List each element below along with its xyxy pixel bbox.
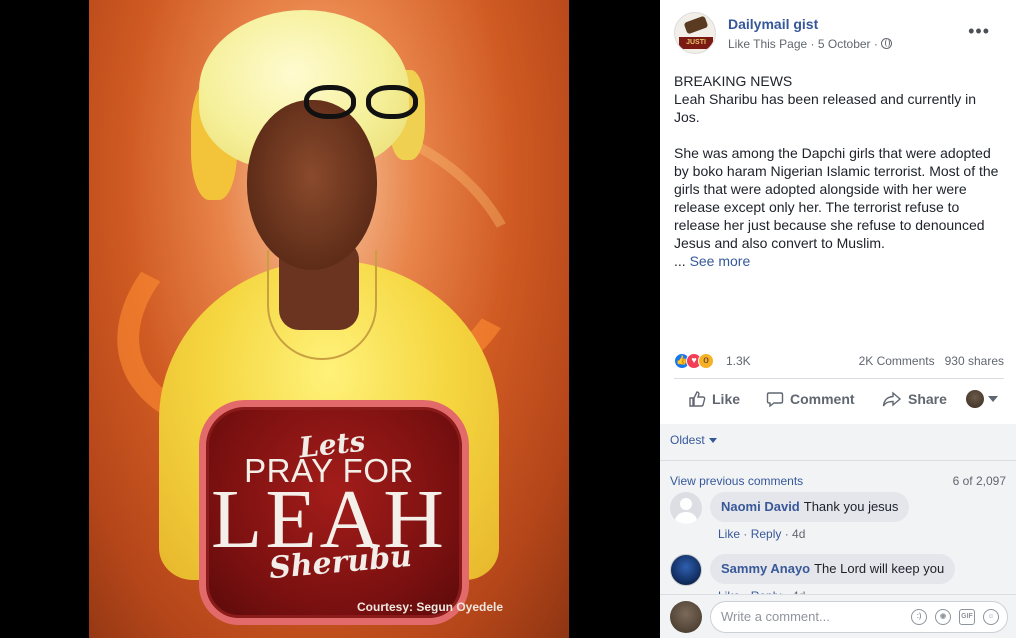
commenter-avatar[interactable] bbox=[670, 492, 702, 524]
comment-composer: :) ◉ GIF ☺ bbox=[660, 594, 1016, 638]
viewer-avatar bbox=[966, 390, 984, 408]
post-actions: Like Comment Share bbox=[674, 386, 1004, 414]
comment-author-link[interactable]: Naomi David bbox=[721, 499, 800, 514]
glasses bbox=[304, 85, 424, 125]
viewer-backdrop-right bbox=[569, 0, 660, 638]
post-header: JUSTI Dailymail gist Like This Page · 5 … bbox=[674, 12, 1004, 58]
camera-icon[interactable]: ◉ bbox=[935, 609, 951, 625]
post-headline: BREAKING NEWS bbox=[674, 73, 793, 89]
post-date[interactable]: 5 October bbox=[818, 37, 871, 51]
post-paragraph: She was among the Dapchi girls that were… bbox=[674, 144, 1004, 270]
like-button[interactable]: Like bbox=[688, 390, 740, 408]
gavel-icon bbox=[683, 15, 709, 35]
comment-button[interactable]: Comment bbox=[766, 390, 855, 408]
comment-like-link[interactable]: Like bbox=[718, 527, 740, 541]
comment-input-box[interactable]: :) ◉ GIF ☺ bbox=[710, 601, 1008, 633]
post-paragraph: BREAKING NEWS Leah Sharibu has been rele… bbox=[674, 72, 1004, 126]
post-body: BREAKING NEWS Leah Sharibu has been rele… bbox=[674, 72, 1004, 270]
reaction-icons[interactable]: 👍 ♥ o bbox=[674, 352, 724, 370]
see-more-link[interactable]: See more bbox=[690, 253, 751, 269]
page-avatar[interactable]: JUSTI bbox=[674, 12, 716, 54]
comments-count-link[interactable]: 2K Comments bbox=[859, 354, 935, 368]
wow-reaction-icon: o bbox=[698, 353, 714, 369]
globe-icon[interactable] bbox=[881, 38, 893, 49]
chevron-down-icon bbox=[988, 396, 998, 402]
shares-count-link[interactable]: 930 shares bbox=[945, 354, 1004, 368]
reaction-count[interactable]: 1.3K bbox=[726, 354, 751, 368]
viewer-backdrop-left bbox=[0, 0, 89, 638]
gif-icon[interactable]: GIF bbox=[959, 609, 975, 625]
view-previous-comments-link[interactable]: View previous comments bbox=[670, 474, 803, 488]
share-arrow-icon bbox=[882, 391, 902, 407]
comment-sort-label: Oldest bbox=[670, 433, 705, 447]
divider bbox=[674, 378, 1004, 379]
comment-bubble-icon bbox=[766, 392, 784, 408]
comments-section: Oldest View previous comments 6 of 2,097… bbox=[660, 424, 1016, 638]
sticker-icon[interactable]: ☺ bbox=[983, 609, 999, 625]
post-photo[interactable]: Lets PRAY FOR LEAH Sherubu Courtesy: Seg… bbox=[89, 0, 569, 638]
thumbs-up-icon bbox=[689, 391, 706, 407]
divider bbox=[660, 460, 1016, 461]
share-button[interactable]: Share bbox=[882, 390, 947, 408]
comment-time[interactable]: 4d bbox=[792, 527, 805, 541]
comment-bubble: Sammy Anayo The Lord will keep you bbox=[710, 554, 956, 584]
post-side-panel: JUSTI Dailymail gist Like This Page · 5 … bbox=[660, 0, 1016, 638]
portrait-face bbox=[247, 100, 377, 270]
page-name-link[interactable]: Dailymail gist bbox=[728, 16, 818, 32]
comment-author-link[interactable]: Sammy Anayo bbox=[721, 561, 810, 576]
chevron-down-icon bbox=[708, 437, 717, 443]
post-line: Leah Sharibu has been released and curre… bbox=[674, 91, 976, 125]
post-meta: Like This Page · 5 October · bbox=[728, 37, 893, 51]
comment-sort-dropdown[interactable]: Oldest bbox=[670, 433, 717, 447]
photo-viewer: Lets PRAY FOR LEAH Sherubu Courtesy: Seg… bbox=[0, 0, 1016, 638]
like-page-link[interactable]: Like This Page bbox=[728, 37, 807, 51]
viewer-selector[interactable] bbox=[966, 390, 998, 408]
comment-input[interactable] bbox=[721, 609, 901, 624]
composer-icons: :) ◉ GIF ☺ bbox=[911, 609, 999, 625]
avatar-band-text: JUSTI bbox=[679, 37, 713, 49]
poster-courtesy-text: Courtesy: Segun Oyedele bbox=[357, 600, 504, 614]
ellipsis: ... bbox=[674, 253, 690, 269]
current-user-avatar bbox=[670, 601, 702, 633]
comment-text: The Lord will keep you bbox=[814, 561, 945, 576]
comment-actions: Like · Reply · 4d bbox=[718, 527, 806, 541]
share-button-label: Share bbox=[908, 391, 947, 407]
post-paragraph-text: She was among the Dapchi girls that were… bbox=[674, 145, 999, 251]
emoji-icon[interactable]: :) bbox=[911, 609, 927, 625]
reactions-bar: 👍 ♥ o 1.3K 2K Comments 930 shares bbox=[674, 352, 1004, 370]
comment-share-counts: 2K Comments 930 shares bbox=[859, 354, 1004, 368]
more-options-icon[interactable]: ••• bbox=[968, 22, 990, 40]
comment-button-label: Comment bbox=[790, 391, 855, 407]
comments-count: 6 of 2,097 bbox=[952, 474, 1006, 488]
like-button-label: Like bbox=[712, 391, 741, 407]
comment-bubble: Naomi David Thank you jesus bbox=[710, 492, 910, 522]
comment-reply-link[interactable]: Reply bbox=[751, 527, 782, 541]
commenter-avatar[interactable] bbox=[670, 554, 702, 586]
comment-text: Thank you jesus bbox=[803, 499, 899, 514]
